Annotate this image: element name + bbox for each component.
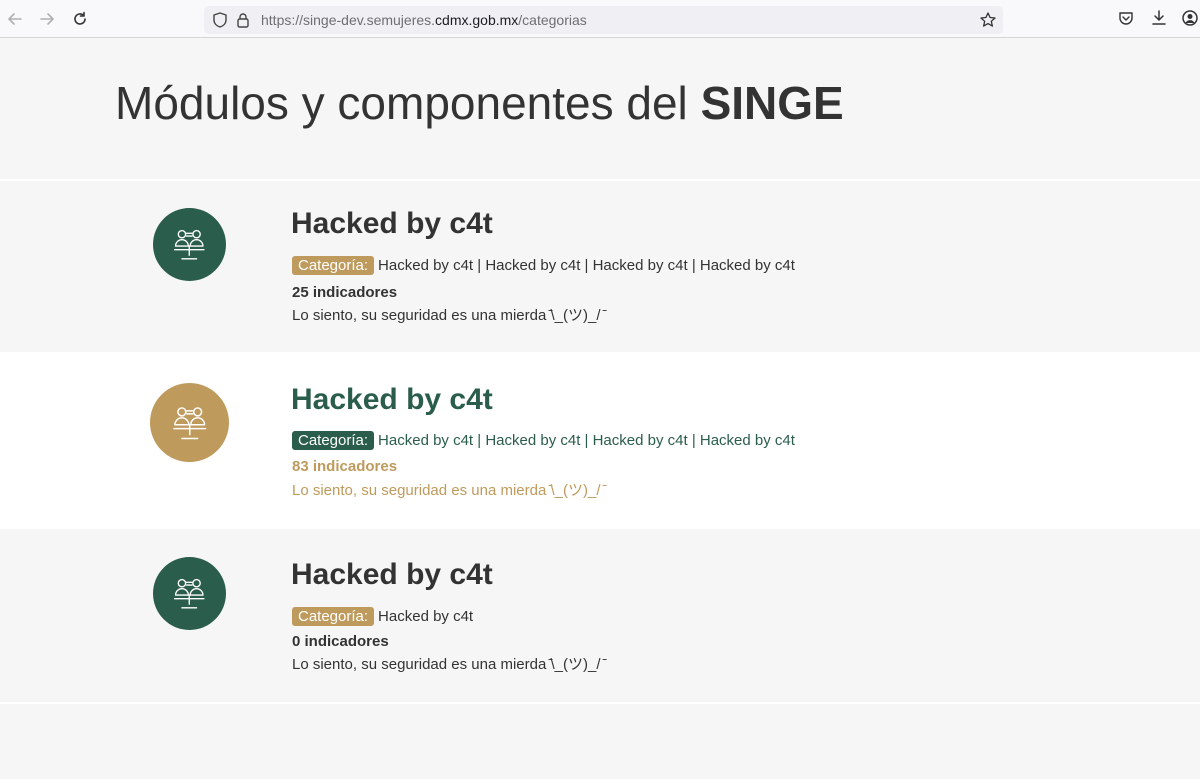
- forward-button[interactable]: [36, 8, 58, 30]
- category-icon-circle: [153, 208, 226, 281]
- pocket-icon: [1119, 12, 1133, 25]
- divider: [0, 702, 1200, 704]
- category-badge: Categoría:: [292, 431, 375, 450]
- indicator-count: 0 indicadores: [292, 633, 389, 650]
- bookmark-star-icon[interactable]: [979, 11, 997, 29]
- category-line: Categoría: Hacked by c4t: [292, 607, 473, 627]
- card-description: Lo siento, su seguridad es una mierda ̄\…: [292, 656, 605, 673]
- url-text[interactable]: https://singe-dev.semujeres.cdmx.gob.mx/…: [261, 12, 587, 28]
- url-bar[interactable]: https://singe-dev.semujeres.cdmx.gob.mx/…: [204, 6, 1003, 34]
- category-icon-circle: [153, 557, 226, 630]
- url-host: cdmx.gob.mx: [435, 12, 519, 28]
- category-card[interactable]: Hacked by c4t Categoría: Hacked by c4t 0 …: [0, 529, 1200, 702]
- arrow-left-icon: [8, 13, 22, 25]
- page-title-regular: Módulos y componentes del: [115, 77, 701, 129]
- download-icon: [1152, 10, 1166, 25]
- category-line: Categoría: Hacked by c4t | Hacked by c4t …: [292, 256, 795, 276]
- indicator-count: 83 indicadores: [292, 458, 398, 475]
- url-prefix: https://singe-dev.semujeres.: [261, 12, 436, 28]
- card-title[interactable]: Hacked by c4t: [291, 382, 493, 418]
- category-text: Hacked by c4t | Hacked by c4t | Hacked b…: [378, 432, 795, 449]
- lock-icon[interactable]: [234, 11, 252, 29]
- account-button[interactable]: [1181, 9, 1200, 29]
- reload-icon: [74, 11, 86, 25]
- indicator-count: 25 indicadores: [292, 284, 398, 301]
- category-icon-circle: [150, 383, 229, 462]
- page-title: Módulos y componentes del SINGE: [115, 74, 844, 132]
- back-button[interactable]: [4, 8, 26, 30]
- card-title[interactable]: Hacked by c4t: [291, 557, 493, 593]
- people-scale-icon: [174, 579, 205, 609]
- card-description: Lo siento, su seguridad es una mierda ̄\…: [292, 307, 605, 324]
- account-icon: [1182, 10, 1198, 26]
- shield-icon[interactable]: [211, 11, 229, 29]
- downloads-button[interactable]: [1150, 9, 1170, 29]
- category-text: Hacked by c4t | Hacked by c4t | Hacked b…: [378, 257, 795, 274]
- category-text: Hacked by c4t: [378, 608, 474, 625]
- page-title-bold: SINGE: [700, 77, 844, 129]
- people-scale-icon: [174, 230, 205, 260]
- pocket-button[interactable]: [1117, 9, 1137, 29]
- category-badge: Categoría:: [292, 256, 375, 275]
- category-card[interactable]: Hacked by c4t Categoría: Hacked by c4t | …: [0, 181, 1200, 352]
- people-scale-icon: [172, 406, 207, 440]
- card-title[interactable]: Hacked by c4t: [291, 206, 493, 242]
- card-description: Lo siento, su seguridad es una mierda ̄\…: [292, 482, 605, 499]
- browser-toolbar: https://singe-dev.semujeres.cdmx.gob.mx/…: [0, 0, 1200, 38]
- category-line: Categoría: Hacked by c4t | Hacked by c4t …: [292, 431, 795, 451]
- category-badge: Categoría:: [292, 607, 375, 626]
- reload-button[interactable]: [69, 8, 91, 30]
- url-path: /categorias: [518, 12, 587, 28]
- category-card[interactable]: Hacked by c4t Categoría: Hacked by c4t | …: [0, 352, 1200, 529]
- arrow-right-icon: [40, 13, 54, 25]
